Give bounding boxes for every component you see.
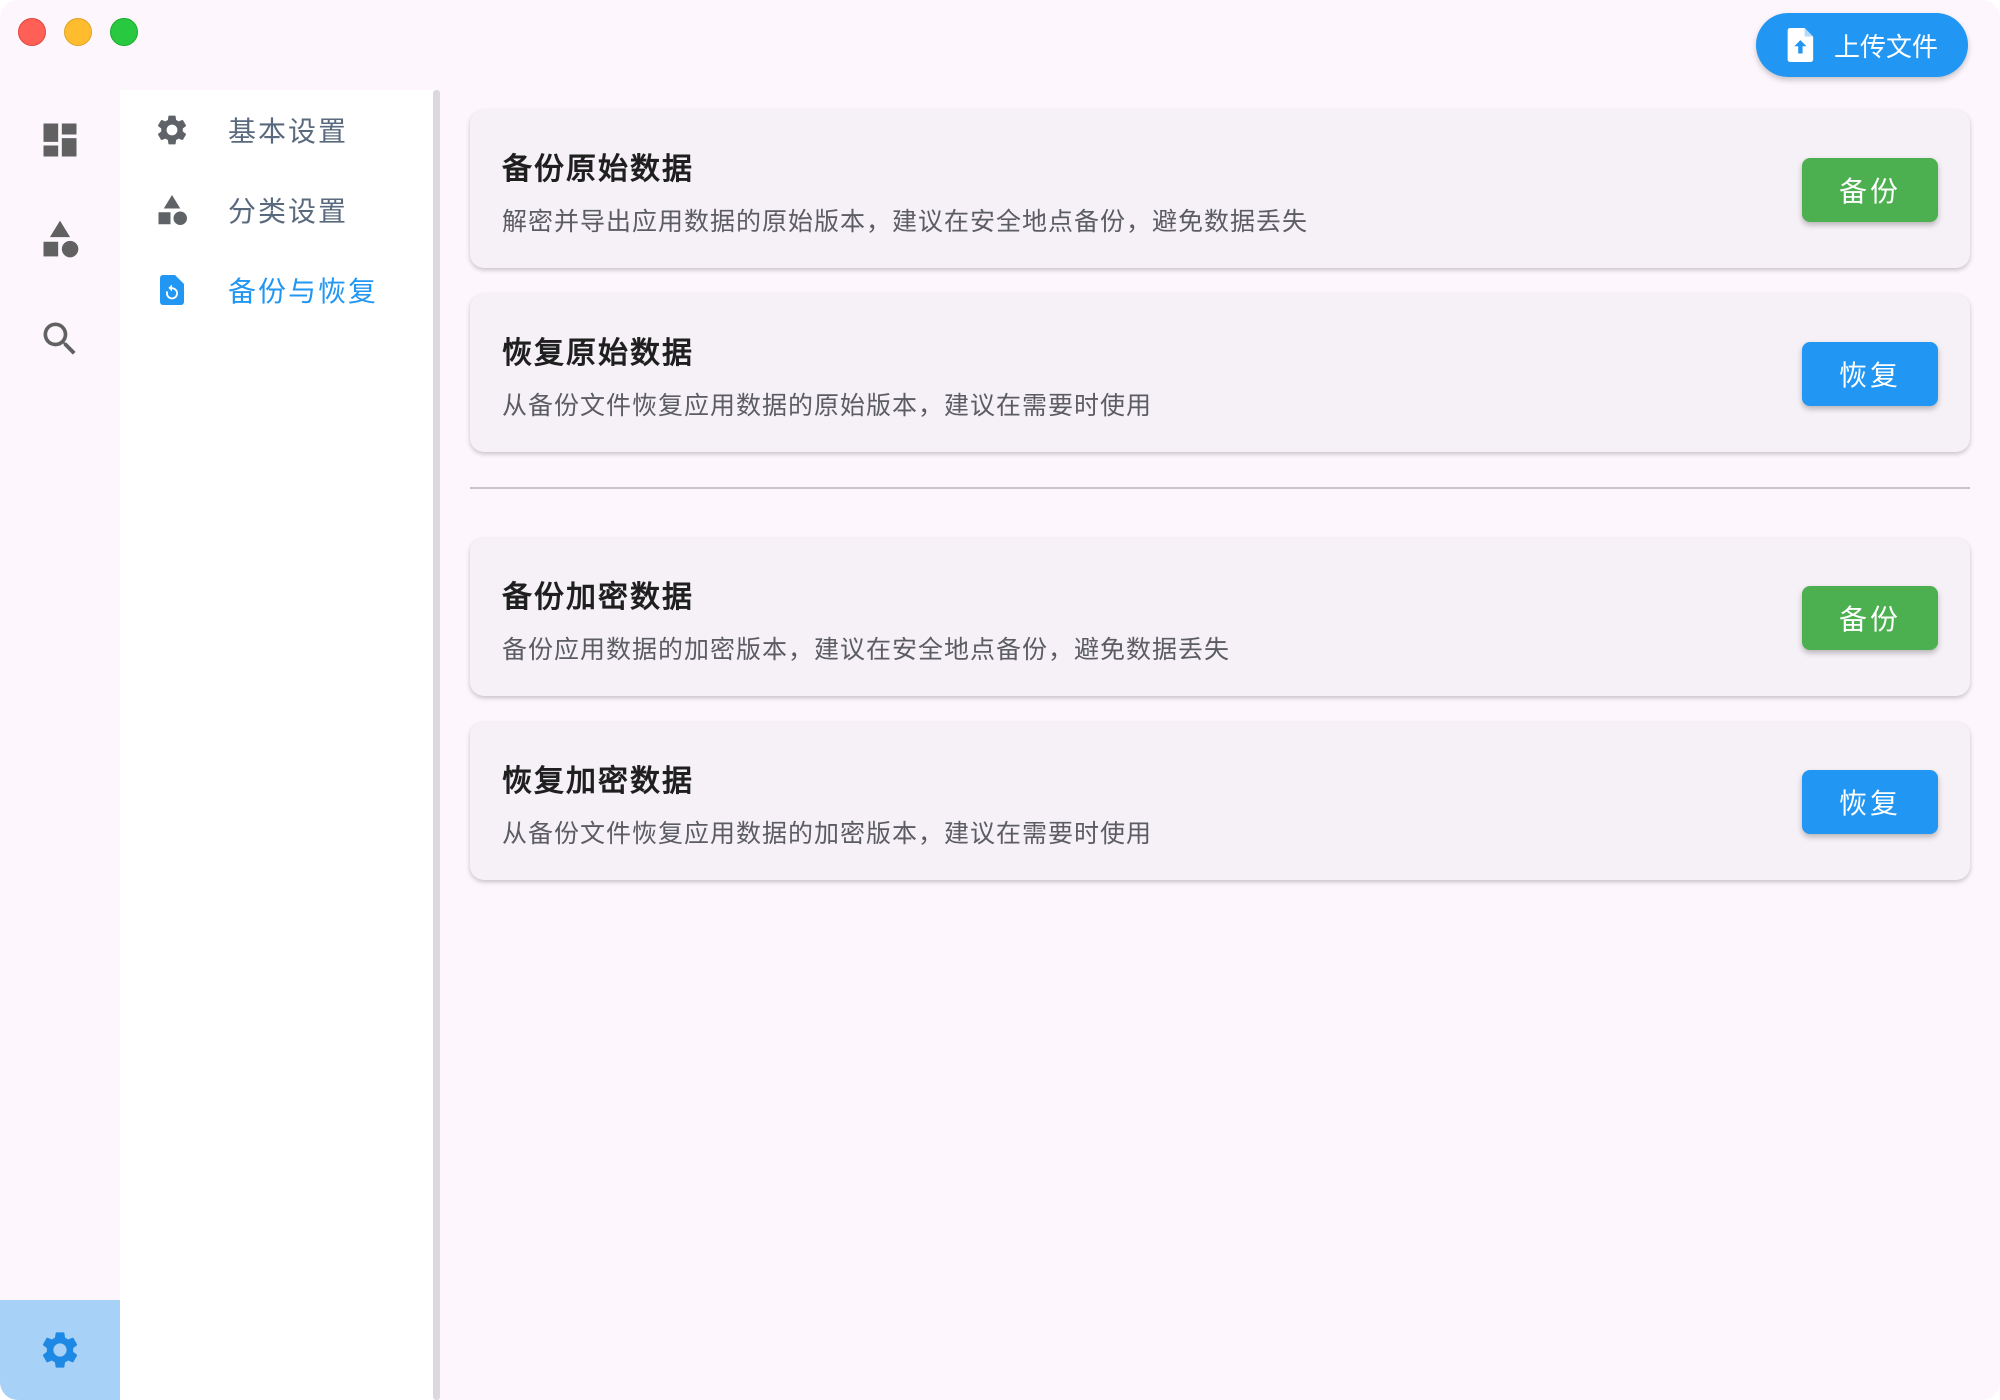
restore-encrypted-button[interactable]: 恢复 xyxy=(1802,770,1938,834)
rail-item-category[interactable] xyxy=(0,199,120,279)
primary-nav-rail xyxy=(0,88,120,1400)
file-upload-icon xyxy=(1787,28,1814,62)
upload-file-button[interactable]: 上传文件 xyxy=(1756,13,1968,77)
card-restore-original: 恢复原始数据 从备份文件恢复应用数据的原始版本，建议在需要时使用 恢复 xyxy=(470,294,1970,452)
rail-item-dashboard[interactable] xyxy=(0,100,120,180)
card-title: 备份原始数据 xyxy=(502,152,694,187)
restore-original-button[interactable]: 恢复 xyxy=(1802,342,1938,406)
backup-original-button[interactable]: 备份 xyxy=(1802,158,1938,222)
card-description: 从备份文件恢复应用数据的原始版本，建议在需要时使用 xyxy=(502,391,1153,420)
card-title: 备份加密数据 xyxy=(502,580,694,615)
subnav-item-label: 分类设置 xyxy=(228,195,349,228)
card-description: 从备份文件恢复应用数据的加密版本，建议在需要时使用 xyxy=(502,819,1153,848)
rail-item-search[interactable] xyxy=(0,299,120,379)
gear-icon xyxy=(42,1332,78,1368)
upload-file-label: 上传文件 xyxy=(1833,31,1938,62)
card-title: 恢复原始数据 xyxy=(502,336,694,371)
card-backup-original: 备份原始数据 解密并导出应用数据的原始版本，建议在安全地点备份，避免数据丢失 备… xyxy=(470,110,1970,268)
dashboard-icon xyxy=(43,123,77,157)
section-divider xyxy=(470,487,1970,489)
gear-icon xyxy=(157,115,187,145)
maximize-window-button[interactable] xyxy=(110,18,138,46)
backup-encrypted-button[interactable]: 备份 xyxy=(1802,586,1938,650)
rail-item-settings[interactable] xyxy=(0,1300,120,1400)
card-restore-encrypted: 恢复加密数据 从备份文件恢复应用数据的加密版本，建议在需要时使用 恢复 xyxy=(470,722,1970,880)
category-icon xyxy=(158,195,187,225)
minimize-window-button[interactable] xyxy=(64,18,92,46)
card-title: 恢复加密数据 xyxy=(502,764,694,799)
backup-restore-icon xyxy=(160,275,184,305)
subnav-item-label: 基本设置 xyxy=(228,115,349,148)
app-window: 上传文件 基本设置 分类设置 备份与恢复 备份原始数据 解密并导出应用数据的原始… xyxy=(0,0,2000,1400)
card-description: 备份应用数据的加密版本，建议在安全地点备份，避免数据丢失 xyxy=(502,635,1231,664)
subnav-item-label: 备份与恢复 xyxy=(228,275,379,308)
card-description: 解密并导出应用数据的原始版本，建议在安全地点备份，避免数据丢失 xyxy=(502,207,1309,236)
category-icon xyxy=(43,220,79,258)
subnav-item-backup-restore[interactable]: 备份与恢复 xyxy=(120,254,436,326)
close-window-button[interactable] xyxy=(18,18,46,46)
subnav-item-basic-settings[interactable]: 基本设置 xyxy=(120,94,436,166)
card-backup-encrypted: 备份加密数据 备份应用数据的加密版本，建议在安全地点备份，避免数据丢失 备份 xyxy=(470,538,1970,696)
settings-subnav: 基本设置 分类设置 备份与恢复 xyxy=(120,90,436,1400)
subnav-item-category-settings[interactable]: 分类设置 xyxy=(120,174,436,246)
search-icon xyxy=(43,322,76,355)
window-controls xyxy=(18,18,138,46)
subnav-scroll-divider[interactable] xyxy=(433,90,440,1400)
